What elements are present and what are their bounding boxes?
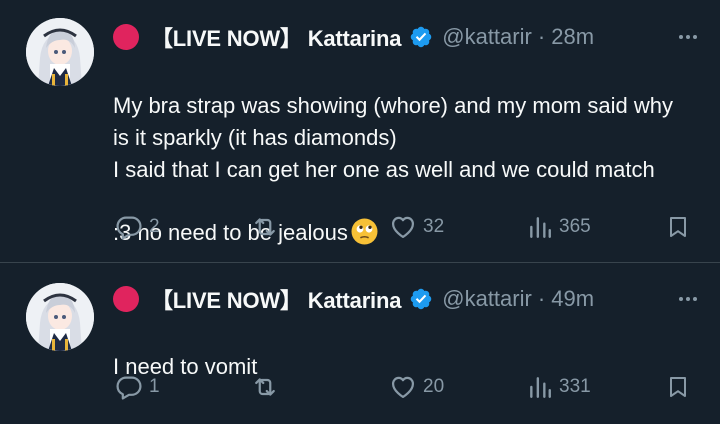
- bookmark-button[interactable]: [666, 213, 690, 241]
- repost-button[interactable]: [250, 213, 286, 241]
- repost-icon: [255, 378, 275, 396]
- handle[interactable]: @kattarir: [442, 286, 532, 312]
- timestamp[interactable]: · 28m: [538, 24, 594, 50]
- handle[interactable]: @kattarir: [442, 24, 532, 50]
- like-button[interactable]: 32: [389, 213, 444, 241]
- tweet[interactable]: 【LIVE NOW】 Kattarina @kattarir · 49m I n…: [0, 263, 720, 424]
- reply-count: 1: [149, 376, 160, 397]
- reply-button[interactable]: 2: [115, 213, 160, 241]
- repost-icon: [255, 218, 275, 236]
- reply-icon: [116, 376, 142, 400]
- tweet-header: 【LIVE NOW】 Kattarina @kattarir · 28m: [113, 18, 700, 56]
- timestamp[interactable]: · 49m: [538, 286, 594, 312]
- views-chart-icon: [530, 377, 551, 398]
- reply-icon: [116, 216, 142, 240]
- verified-badge-icon[interactable]: [409, 25, 433, 49]
- views-button[interactable]: 331: [527, 373, 591, 401]
- face-with-rolling-eyes-emoji-icon: [351, 186, 378, 245]
- reply-button[interactable]: 1: [115, 373, 160, 401]
- more-options-icon[interactable]: [676, 287, 700, 311]
- display-name[interactable]: 【LIVE NOW】 Kattarina: [151, 21, 401, 53]
- avatar[interactable]: [26, 283, 94, 351]
- more-options-icon[interactable]: [676, 25, 700, 49]
- bookmark-button[interactable]: [666, 373, 690, 401]
- verified-badge-icon[interactable]: [409, 287, 433, 311]
- like-button[interactable]: 20: [389, 373, 444, 401]
- avatar[interactable]: [26, 18, 94, 86]
- like-count: 32: [423, 216, 445, 237]
- display-name[interactable]: 【LIVE NOW】 Kattarina: [151, 283, 401, 315]
- tweet-header: 【LIVE NOW】 Kattarina @kattarir · 49m: [113, 280, 700, 318]
- views-chart-icon: [530, 217, 551, 238]
- red-circle-icon: [113, 24, 139, 50]
- heart-icon: [391, 216, 415, 239]
- heart-icon: [391, 376, 415, 399]
- repost-button[interactable]: [250, 373, 286, 401]
- reply-count: 2: [149, 216, 160, 237]
- bookmark-icon: [670, 377, 686, 397]
- tweet[interactable]: 【LIVE NOW】 Kattarina @kattarir · 28m My …: [0, 0, 720, 263]
- bookmark-icon: [670, 217, 686, 237]
- views-button[interactable]: 365: [527, 213, 591, 241]
- view-count: 365: [559, 216, 591, 237]
- red-circle-icon: [113, 286, 139, 312]
- like-count: 20: [423, 376, 445, 397]
- view-count: 331: [559, 376, 591, 397]
